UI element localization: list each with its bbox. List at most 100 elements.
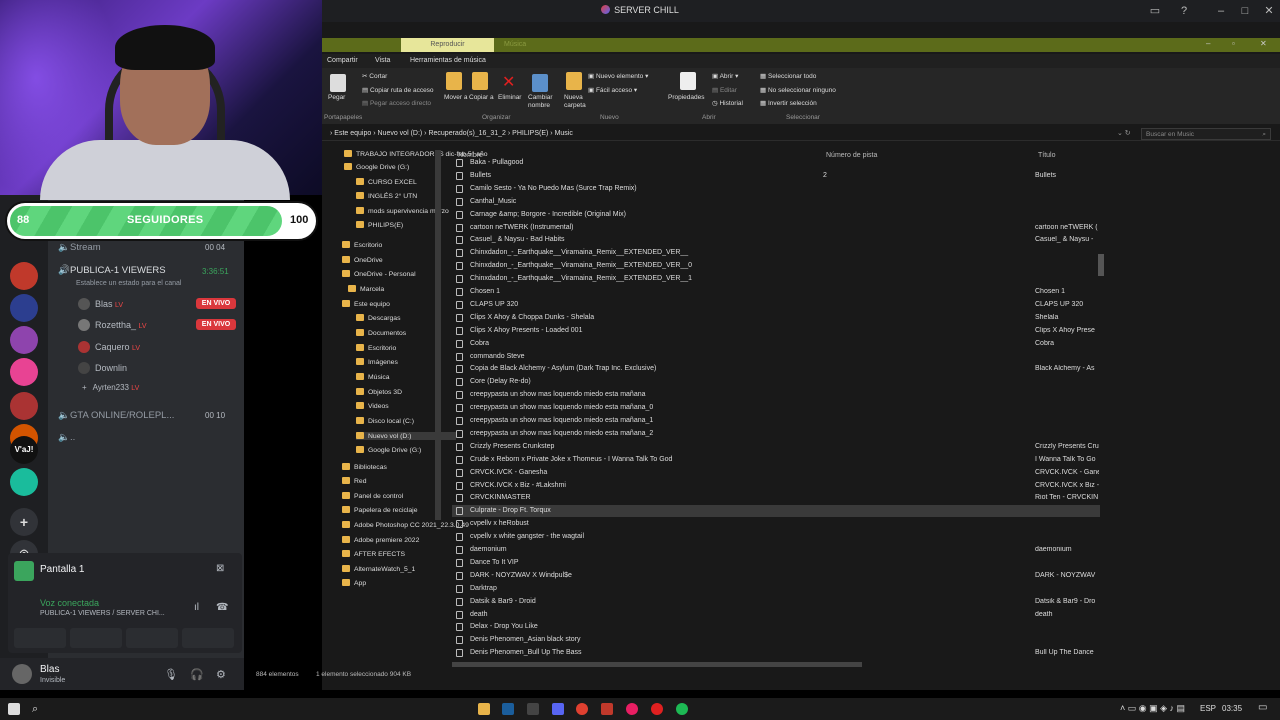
minimize-button[interactable]: – bbox=[1214, 4, 1228, 18]
file-row[interactable]: Denis Phenomen_Asian black story bbox=[452, 634, 1100, 646]
steam-icon[interactable] bbox=[502, 703, 514, 715]
file-row[interactable]: Core (Delay Re-do) bbox=[452, 376, 1100, 388]
channel-gta[interactable]: 🔈GTA ONLINE/ROLEPL... bbox=[58, 410, 174, 421]
explorer-close[interactable]: ✕ bbox=[1260, 39, 1267, 48]
tree-item[interactable]: Videos bbox=[356, 402, 389, 410]
explorer-maximize[interactable]: ▫ bbox=[1232, 39, 1235, 48]
tree-item[interactable]: AFTER EFECTS bbox=[342, 550, 405, 558]
new-folder-button[interactable]: Nueva carpeta bbox=[564, 94, 590, 110]
file-row[interactable]: Copia de Black Alchemy - Asylum (Dark Tr… bbox=[452, 363, 1100, 375]
discord-icon[interactable] bbox=[552, 703, 564, 715]
file-row[interactable]: CLAPS UP 320 CLAPS UP 320 bbox=[452, 299, 1100, 311]
file-explorer-icon[interactable] bbox=[478, 703, 490, 715]
settings-icon[interactable]: ⚙ bbox=[216, 668, 226, 681]
add-server-icon[interactable]: + bbox=[10, 508, 38, 536]
noise-icon[interactable]: ıl bbox=[194, 602, 199, 613]
file-row[interactable]: creepypasta un show mas loquendo miedo e… bbox=[452, 415, 1100, 427]
cut-button[interactable]: ✂ Cortar bbox=[362, 72, 387, 80]
file-row[interactable]: Crude x Reborn x Private Joke x Thomeus … bbox=[452, 454, 1100, 466]
camera-button[interactable] bbox=[14, 628, 66, 648]
file-row[interactable]: CRVCK.IVCK - Ganesha CRVCK.IVCK - Gane bbox=[452, 467, 1100, 479]
file-row[interactable]: creepypasta un show mas loquendo miedo e… bbox=[452, 402, 1100, 414]
app-icon[interactable] bbox=[601, 703, 613, 715]
channel-3[interactable]: 🔈.. bbox=[58, 432, 75, 443]
start-icon[interactable] bbox=[8, 703, 20, 715]
file-row[interactable]: Denis Phenomen_Bull Up The Bass Bull Up T… bbox=[452, 647, 1100, 659]
tree-item[interactable]: Disco local (C:) bbox=[356, 417, 414, 425]
menu-vista[interactable]: Vista bbox=[375, 57, 390, 64]
file-row[interactable]: Chinxdadon_-_Earthquake__Viramaina_Remix… bbox=[452, 273, 1100, 285]
file-row[interactable]: Clips X Ahoy Presents - Loaded 001 Clips … bbox=[452, 325, 1100, 337]
file-row[interactable]: Datsik & Bar9 - Droid Datsik & Bar9 - Dro bbox=[452, 596, 1100, 608]
open-button[interactable]: ▣ Abrir ▾ bbox=[712, 72, 738, 80]
tree-item[interactable]: Documentos bbox=[356, 329, 406, 337]
tree-item[interactable]: OneDrive - Personal bbox=[342, 270, 416, 278]
tree-item[interactable]: CURSO EXCEL bbox=[356, 178, 417, 186]
file-row[interactable]: Cobra Cobra bbox=[452, 338, 1100, 350]
tree-item[interactable]: App bbox=[342, 579, 366, 587]
tree-item[interactable]: Este equipo bbox=[342, 300, 390, 308]
copy-path-button[interactable]: ▤ Copiar ruta de acceso bbox=[362, 86, 434, 94]
language-indicator[interactable]: ESP bbox=[1200, 704, 1216, 713]
app-icon[interactable] bbox=[651, 703, 663, 715]
file-row[interactable]: Baka - Pullagood bbox=[452, 157, 1100, 169]
select-none-button[interactable]: ▦ No seleccionar ninguno bbox=[760, 86, 836, 94]
tree-item[interactable]: Panel de control bbox=[342, 492, 403, 500]
stop-share-icon[interactable]: ⊠ bbox=[216, 563, 224, 574]
tree-item[interactable]: AlternateWatch_5_1 bbox=[342, 565, 415, 573]
file-row[interactable]: Dance To It VIP bbox=[452, 557, 1100, 569]
file-row[interactable]: Crizzly Presents Crunkstep Crizzly Presen… bbox=[452, 441, 1100, 453]
file-row[interactable]: cartoon neTWERK (Instrumental) cartoon ne… bbox=[452, 222, 1100, 234]
tree-item[interactable]: Nuevo vol (D:) bbox=[356, 432, 456, 440]
refresh-icon[interactable]: ⌄ ↻ bbox=[1117, 129, 1131, 137]
tree-scrollbar[interactable] bbox=[435, 150, 441, 520]
server-icon-5[interactable] bbox=[10, 392, 38, 420]
voice-user[interactable]: + Ayrten233 LV bbox=[82, 383, 139, 392]
file-row[interactable]: Carnage &amp; Borgore - Incredible (Orig… bbox=[452, 209, 1100, 221]
menu-compartir[interactable]: Compartir bbox=[327, 57, 358, 64]
file-row[interactable]: Darktrap bbox=[452, 583, 1100, 595]
file-row[interactable]: Delax - Drop You Like bbox=[452, 621, 1100, 633]
app-icon[interactable] bbox=[527, 703, 539, 715]
file-row[interactable]: cvpellv x white gangster - the wagtail bbox=[452, 531, 1100, 543]
share-screen-button[interactable] bbox=[70, 628, 122, 648]
file-row[interactable]: Clips X Ahoy & Choppa Dunks - Shelala She… bbox=[452, 312, 1100, 324]
file-row[interactable]: Chosen 1 Chosen 1 bbox=[452, 286, 1100, 298]
rename-button[interactable]: Cambiar nombre bbox=[528, 94, 558, 110]
system-tray[interactable]: ˄ ▭ ◉ ▣ ◈ ♪ ▤ bbox=[1120, 703, 1185, 714]
paste-button[interactable]: Pegar bbox=[328, 94, 345, 101]
easy-access-button[interactable]: ▣ Fácil acceso ▾ bbox=[588, 86, 637, 94]
file-row[interactable]: DARK - NOYZWAV X Windpul$e DARK - NOYZWAV bbox=[452, 570, 1100, 582]
search-icon[interactable]: ⌕ bbox=[32, 703, 44, 715]
soundboard-button[interactable] bbox=[182, 628, 234, 648]
properties-button[interactable]: Propiedades bbox=[668, 94, 705, 101]
tree-item[interactable]: Escritorio bbox=[342, 241, 382, 249]
file-row[interactable]: daemonium daemonium bbox=[452, 544, 1100, 556]
tree-item[interactable]: Google Drive (G:) bbox=[356, 446, 421, 454]
file-row[interactable]: Camilo Sesto - Ya No Puedo Mas (Surce Tr… bbox=[452, 183, 1100, 195]
tree-item[interactable]: Marcela bbox=[348, 285, 384, 293]
address-bar[interactable]: › Este equipo › Nuevo vol (D:) › Recuper… bbox=[322, 127, 1280, 141]
select-all-button[interactable]: ▦ Seleccionar todo bbox=[760, 72, 816, 80]
file-row[interactable]: CRVCK.IVCK x Biz - #Lakshmi CRVCK.IVCK x … bbox=[452, 480, 1100, 492]
file-row[interactable]: CRVCKINMASTER Riot Ten - CRVCKIN bbox=[452, 492, 1100, 504]
channel-stream[interactable]: 🔈Stream bbox=[58, 242, 101, 253]
server-icon-1[interactable] bbox=[10, 262, 38, 290]
search-input[interactable]: Buscar en Music ⌕ bbox=[1141, 128, 1271, 140]
voice-user[interactable]: Caquero LV bbox=[78, 341, 140, 353]
horizontal-scrollbar[interactable] bbox=[452, 662, 862, 667]
file-row[interactable]: Bullets 2 Bullets bbox=[452, 170, 1100, 182]
voice-user[interactable]: Blas LV bbox=[78, 298, 123, 310]
paste-shortcut-button[interactable]: ▤ Pegar acceso directo bbox=[362, 99, 431, 107]
inbox-icon[interactable]: ▭ bbox=[1148, 4, 1162, 18]
file-row[interactable]: creepypasta un show mas loquendo miedo e… bbox=[452, 428, 1100, 440]
tree-item[interactable]: Red bbox=[342, 477, 366, 485]
tab-reproducir[interactable]: Reproducir bbox=[401, 38, 494, 52]
file-row[interactable]: Chinxdadon_-_Earthquake__Viramaina_Remix… bbox=[452, 247, 1100, 259]
spotify-icon[interactable] bbox=[676, 703, 688, 715]
new-item-button[interactable]: ▣ Nuevo elemento ▾ bbox=[588, 72, 648, 80]
headset-icon[interactable]: 🎧 bbox=[190, 668, 204, 681]
menu-herramientas[interactable]: Herramientas de música bbox=[410, 57, 486, 64]
file-row[interactable]: commando Steve bbox=[452, 351, 1100, 363]
explorer-minimize[interactable]: – bbox=[1206, 39, 1210, 48]
